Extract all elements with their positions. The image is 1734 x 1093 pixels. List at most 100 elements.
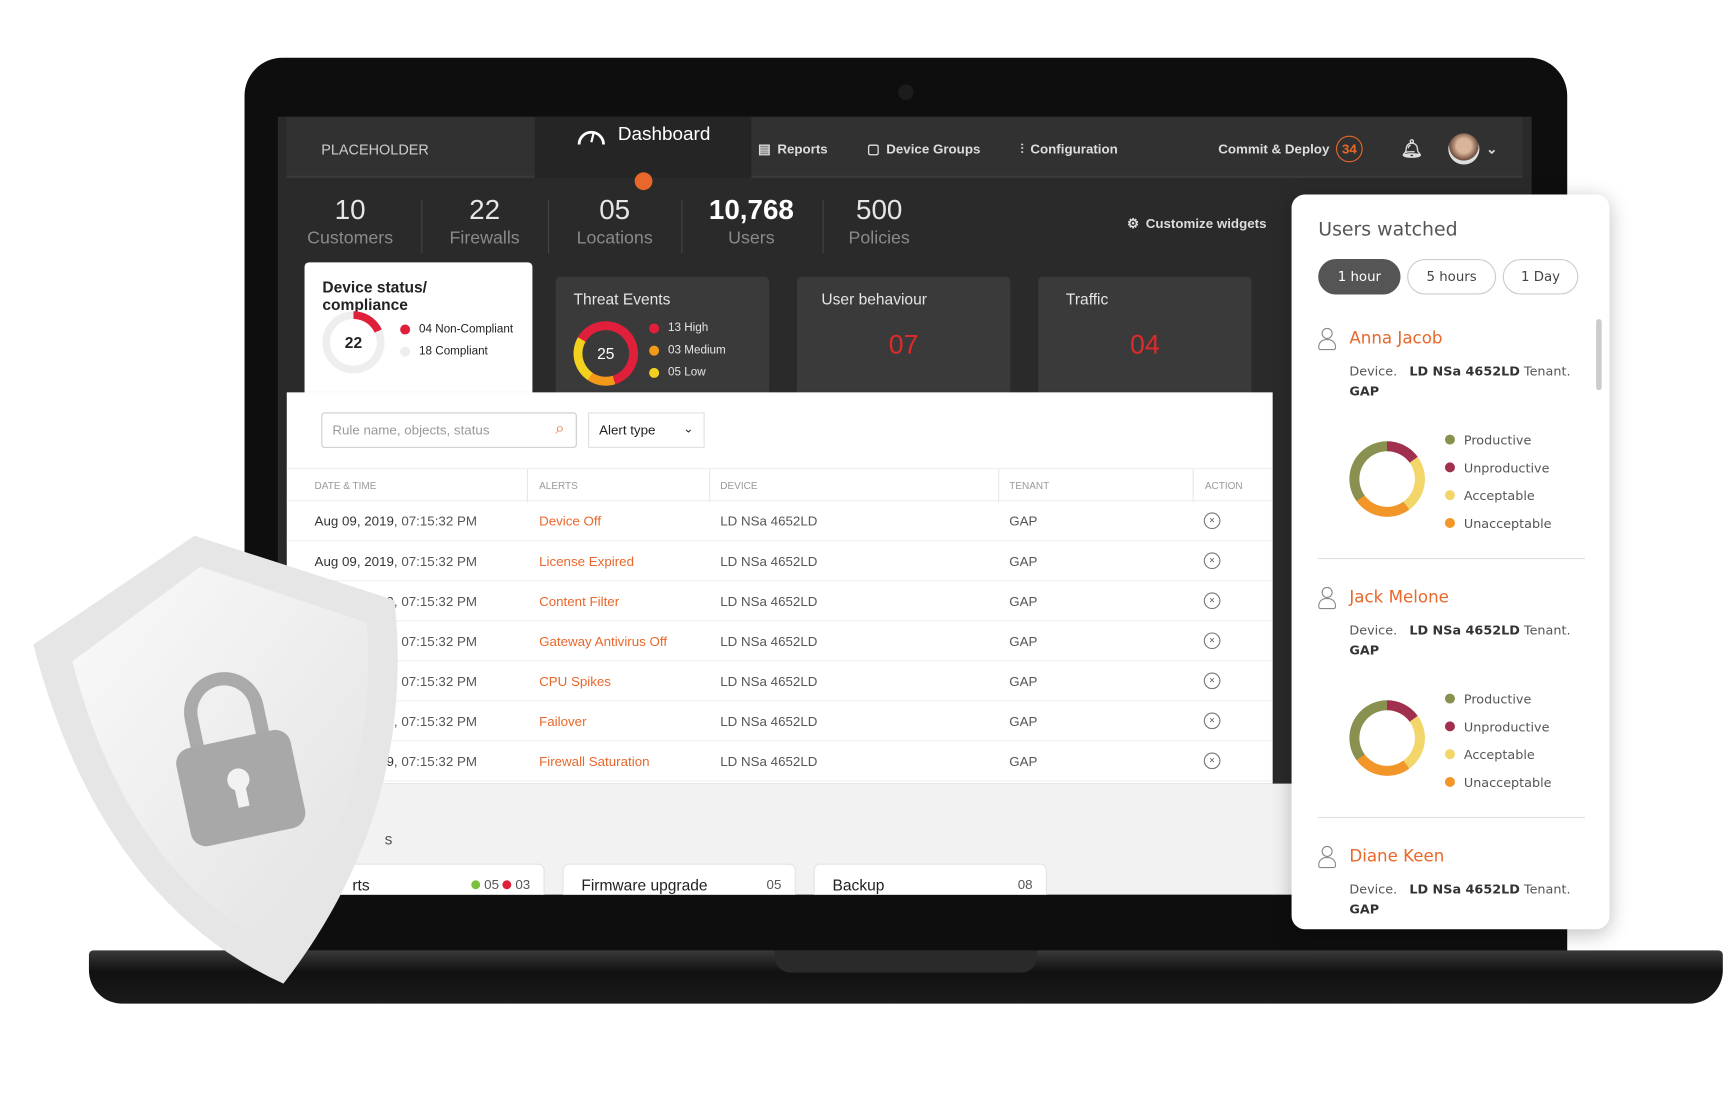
- legend-dot: [1444, 721, 1455, 732]
- legend-item: Unproductive: [1444, 712, 1552, 740]
- mini-label: Backup: [832, 875, 885, 894]
- col-device[interactable]: DEVICE: [720, 469, 757, 502]
- search-input[interactable]: Rule name, objects, status ⌕: [321, 412, 577, 448]
- tab-reports-label: Reports: [777, 141, 828, 157]
- productivity-donut: [1349, 441, 1425, 517]
- cell-tenant: GAP: [1009, 753, 1038, 770]
- cell-alert[interactable]: Firewall Saturation: [539, 741, 649, 781]
- range-1-day[interactable]: 1 Day: [1502, 258, 1579, 295]
- tab-dashboard[interactable]: Dashboard: [534, 116, 752, 178]
- legend-label: Acceptable: [1463, 746, 1535, 762]
- legend-item: Acceptable: [1444, 481, 1552, 509]
- cell-time: , 07:15:32 PM: [393, 673, 477, 690]
- cell-alert[interactable]: CPU Spikes: [539, 661, 611, 701]
- cell-alert[interactable]: License Expired: [539, 541, 634, 581]
- mini-value: 05: [766, 876, 782, 893]
- cell-time: , 07:15:32 PM: [393, 753, 477, 770]
- camera: [898, 84, 914, 101]
- table-row[interactable]: Aug 09, 2019, 07:15:32 PM Content Filter…: [286, 581, 1273, 622]
- range-1-hour[interactable]: 1 hour: [1318, 258, 1401, 295]
- cell-alert[interactable]: Failover: [539, 701, 586, 741]
- cell-date: Aug 09, 2019: [314, 513, 394, 530]
- card-title: Threat Events: [573, 290, 671, 308]
- table-row[interactable]: Aug 09, 2019, 07:15:32 PM Device Off LD …: [286, 501, 1273, 542]
- dismiss-icon[interactable]: ×: [1203, 712, 1221, 730]
- gauge-icon: [577, 130, 605, 145]
- cell-tenant: GAP: [1009, 713, 1038, 730]
- table-row[interactable]: Aug 09, 2019, 07:15:32 PM Gateway Antivi…: [286, 621, 1273, 662]
- search-icon[interactable]: ⌕: [555, 419, 564, 438]
- stat-value: 05: [599, 194, 631, 226]
- device-value: LD NSa 4652LD: [1409, 363, 1520, 380]
- donut-hole: [1359, 451, 1415, 507]
- user-card[interactable]: Anna Jacob Device. LD NSa 4652LD Tenant.…: [1292, 327, 1610, 587]
- red-dot: [502, 880, 512, 890]
- cell-device: LD NSa 4652LD: [720, 593, 818, 610]
- divider: [421, 200, 423, 254]
- dismiss-icon[interactable]: ×: [1203, 552, 1221, 570]
- legend-label: Unproductive: [1463, 718, 1550, 735]
- legend-label: 04 Non-Compliant: [419, 322, 514, 336]
- cell-time: , 07:15:32 PM: [393, 633, 477, 650]
- user-name[interactable]: Jack Melone: [1349, 587, 1449, 607]
- green-count: 05: [484, 876, 500, 893]
- stat-locations: 05 Locations: [565, 195, 665, 249]
- user-menu[interactable]: ⌄: [1448, 117, 1497, 181]
- panel-title: Users watched: [1318, 218, 1458, 242]
- cell-alert[interactable]: Device Off: [539, 501, 601, 541]
- dismiss-icon[interactable]: ×: [1203, 592, 1221, 610]
- user-name[interactable]: Diane Keen: [1349, 846, 1444, 866]
- threat-events-card[interactable]: Threat Events 25 13 High 03 Medium 05 Lo…: [555, 276, 770, 395]
- user-name[interactable]: Anna Jacob: [1349, 328, 1442, 348]
- tab-reports[interactable]: ▤ Reports: [758, 117, 828, 181]
- col-date[interactable]: DATE & TIME: [315, 469, 377, 502]
- stat-label: Customers: [307, 228, 394, 248]
- bell-icon[interactable]: 🔔︎: [1400, 117, 1423, 181]
- commit-deploy-button[interactable]: Commit & Deploy 34: [1218, 117, 1363, 181]
- table-row[interactable]: Aug 09, 2019, 07:15:32 PM Failover LD NS…: [286, 701, 1273, 742]
- device-status-card[interactable]: Device status/ compliance 22 04 Non-Comp…: [304, 262, 533, 398]
- table-row[interactable]: Aug 09, 2019, 07:15:32 PM Firewall Satur…: [286, 741, 1273, 782]
- dismiss-icon[interactable]: ×: [1203, 512, 1221, 530]
- card-title: User behaviour: [821, 290, 927, 308]
- divider: [1318, 557, 1585, 560]
- cell-tenant: GAP: [1009, 633, 1038, 650]
- dismiss-icon[interactable]: ×: [1203, 632, 1221, 650]
- tab-configuration[interactable]: ⫶ Configuration: [1020, 117, 1117, 181]
- mini-value: 08: [1017, 876, 1033, 893]
- legend-label: Productive: [1463, 431, 1532, 448]
- legend-non-compliant: 04 Non-Compliant: [400, 318, 513, 340]
- user-device-info: Device. LD NSa 4652LD Tenant. GAP: [1349, 620, 1588, 660]
- firmware-upgrade-card[interactable]: Firmware upgrade 05: [562, 863, 796, 895]
- cell-device: LD NSa 4652LD: [720, 553, 818, 570]
- table-row[interactable]: Aug 09, 2019, 07:15:32 PM CPU Spikes LD …: [286, 661, 1273, 702]
- legend-item: Acceptable: [1444, 740, 1552, 768]
- col-alerts[interactable]: ALERTS: [539, 469, 578, 502]
- cell-device: LD NSa 4652LD: [720, 753, 818, 770]
- stat-policies: 500 Policies: [829, 195, 929, 249]
- table-row[interactable]: Aug 09, 2019, 07:15:32 PM License Expire…: [286, 541, 1273, 582]
- user-card[interactable]: Diane Keen Device. LD NSa 4652LD Tenant.…: [1292, 845, 1610, 929]
- dismiss-icon[interactable]: ×: [1203, 672, 1221, 690]
- col-action[interactable]: ACTION: [1205, 469, 1243, 502]
- active-tab-indicator: [634, 172, 653, 191]
- backup-card[interactable]: Backup 08: [813, 863, 1048, 895]
- user-device-info: Device. LD NSa 4652LD Tenant. GAP: [1349, 361, 1588, 401]
- alert-type-select[interactable]: Alert type ⌄: [587, 412, 705, 448]
- tab-device-groups[interactable]: ▢ Device Groups: [867, 117, 980, 181]
- range-5-hours[interactable]: 5 hours: [1407, 258, 1497, 295]
- brand-placeholder: PLACEHOLDER: [321, 141, 429, 158]
- tenant-label: Tenant.: [1523, 363, 1571, 380]
- dismiss-icon[interactable]: ×: [1203, 752, 1221, 770]
- cell-alert[interactable]: Content Filter: [539, 581, 619, 621]
- traffic-card[interactable]: Traffic 04: [1038, 276, 1252, 395]
- search-placeholder: Rule name, objects, status: [332, 422, 490, 438]
- user-card[interactable]: Jack Melone Device. LD NSa 4652LD Tenant…: [1292, 586, 1610, 846]
- cell-alert[interactable]: Gateway Antivirus Off: [539, 621, 667, 661]
- customize-widgets-button[interactable]: ⚙ Customize widgets: [1127, 210, 1266, 237]
- user-behaviour-card[interactable]: User behaviour 07: [796, 276, 1011, 395]
- legend-item: Unacceptable: [1444, 509, 1552, 537]
- cell-time: , 07:15:32 PM: [393, 553, 477, 570]
- col-tenant[interactable]: TENANT: [1009, 469, 1049, 502]
- chevron-down-icon: ⌄: [683, 422, 694, 436]
